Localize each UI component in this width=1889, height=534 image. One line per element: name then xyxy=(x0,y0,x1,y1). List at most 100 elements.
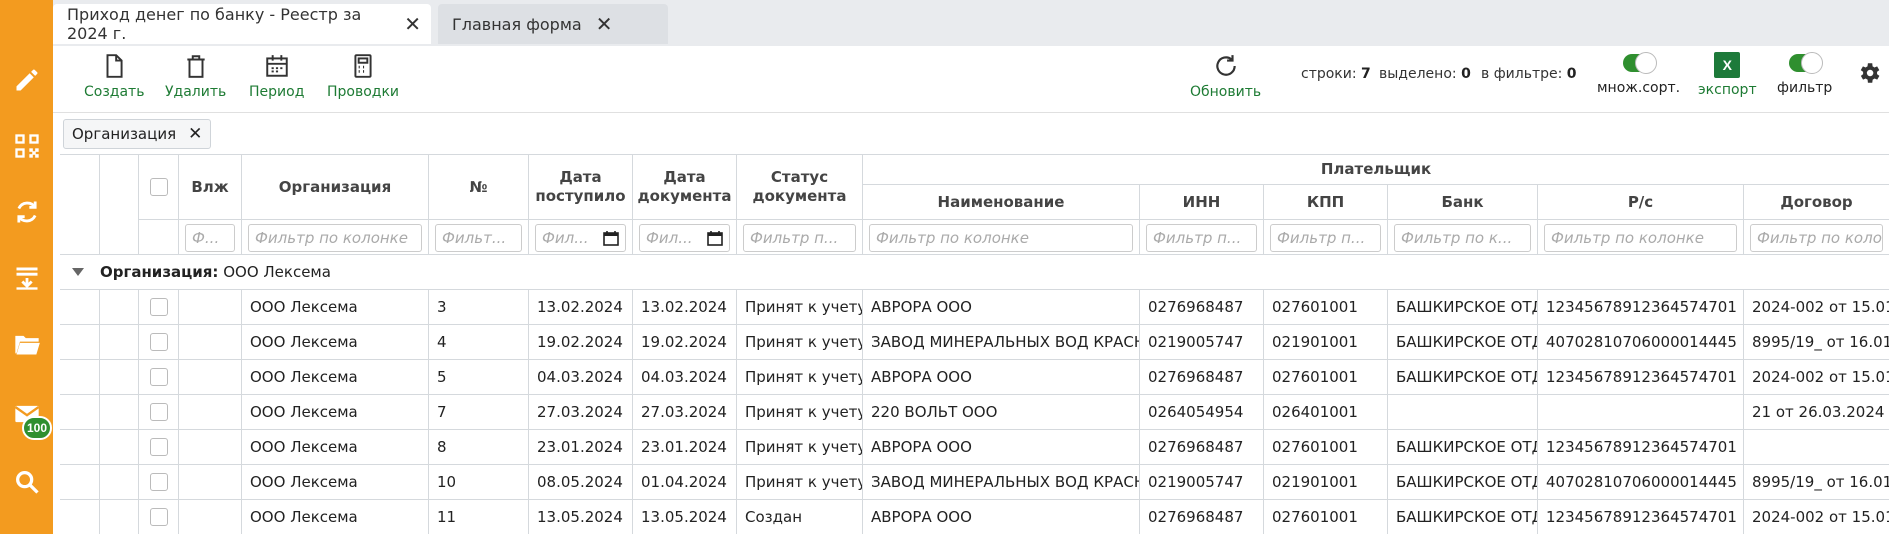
header-vlzh[interactable]: Влж xyxy=(179,155,242,220)
header-inn[interactable]: ИНН xyxy=(1140,185,1264,220)
cell-rs: 40702810706000014445 xyxy=(1538,465,1744,500)
table-row[interactable]: ООО Лексема 5 04.03.2024 04.03.2024 Принят к… xyxy=(60,360,1889,395)
excel-icon: X xyxy=(1714,52,1741,78)
header-contract[interactable]: Договор xyxy=(1744,185,1889,220)
filter-vlzh-input[interactable]: Ф... xyxy=(185,224,235,252)
header-organization[interactable]: Организация xyxy=(242,155,429,220)
multisort-label: множ.сорт. xyxy=(1597,80,1681,96)
row-select-cell xyxy=(139,325,179,360)
header-bank[interactable]: Банк xyxy=(1388,185,1538,220)
row-checkbox[interactable] xyxy=(149,368,168,386)
group-chip-organization[interactable]: Организация ✕ xyxy=(63,119,212,149)
cell-empty xyxy=(60,395,100,430)
cell-empty xyxy=(60,430,100,465)
cell-empty xyxy=(100,360,139,395)
filter-status-input[interactable]: Фильтр п... xyxy=(743,224,856,252)
filter-vlzh-cell: Ф... xyxy=(179,220,242,255)
period-button[interactable]: Период xyxy=(249,52,304,100)
cell-bank: БАШКИРСКОЕ ОТДЕЛЕНИЕ xyxy=(1388,290,1538,325)
filter-rs-input[interactable]: Фильтр по колонке xyxy=(1544,224,1737,252)
export-button[interactable]: X экспорт xyxy=(1698,52,1757,98)
qr-code-icon[interactable] xyxy=(0,120,53,172)
cell-rs: 12345678912364574701 xyxy=(1538,290,1744,325)
row-checkbox[interactable] xyxy=(149,298,168,316)
gear-icon[interactable] xyxy=(1856,60,1882,86)
close-icon[interactable]: ✕ xyxy=(596,12,613,36)
table-row[interactable]: ООО Лексема 3 13.02.2024 13.02.2024 Принят к… xyxy=(60,290,1889,325)
period-label: Период xyxy=(249,84,305,100)
row-checkbox[interactable] xyxy=(149,438,168,456)
row-checkbox[interactable] xyxy=(149,508,168,526)
caret-down-icon[interactable] xyxy=(72,268,84,276)
header-name[interactable]: Наименование xyxy=(863,185,1140,220)
cell-empty xyxy=(60,290,100,325)
table-row[interactable]: ООО Лексема 4 19.02.2024 19.02.2024 Принят к… xyxy=(60,325,1889,360)
cell-name: АВРОРА ООО xyxy=(863,290,1140,325)
select-all-checkbox[interactable] xyxy=(149,178,168,196)
header-status[interactable]: Статус документа xyxy=(737,155,863,220)
selected-count: выделено: 0 xyxy=(1379,66,1471,82)
calendar-icon[interactable] xyxy=(707,230,723,246)
group-row-organization[interactable]: Организация: ООО Лексема xyxy=(60,255,1889,290)
row-checkbox[interactable] xyxy=(149,333,168,351)
header-number[interactable]: № xyxy=(429,155,529,220)
row-select-cell xyxy=(139,290,179,325)
table-row[interactable]: ООО Лексема 8 23.01.2024 23.01.2024 Принят к… xyxy=(60,430,1889,465)
header-date-document[interactable]: Дата документа xyxy=(633,155,737,220)
cell-contract: 2024-002 от 15.01.2024 xyxy=(1744,360,1889,395)
header-rs[interactable]: Р/с xyxy=(1538,185,1744,220)
multisort-toggle[interactable]: множ.сорт. xyxy=(1597,52,1681,96)
cell-name: АВРОРА ООО xyxy=(863,500,1140,534)
row-checkbox[interactable] xyxy=(149,473,168,491)
tab-main-form[interactable]: Главная форма ✕ xyxy=(438,4,668,44)
filter-org-input[interactable]: Фильтр по колонке xyxy=(248,224,422,252)
filter-num-input[interactable]: Фильт... xyxy=(435,224,522,252)
filter-toggle[interactable]: фильтр xyxy=(1777,52,1832,96)
pencil-icon[interactable] xyxy=(0,54,53,106)
header-kpp[interactable]: КПП xyxy=(1264,185,1388,220)
search-icon[interactable] xyxy=(0,456,53,508)
folder-icon[interactable] xyxy=(0,318,53,370)
filter-date-doc-input[interactable]: Фил... xyxy=(639,224,730,252)
toggle-switch[interactable] xyxy=(1788,52,1823,74)
filter-kpp-input[interactable]: Фильтр п... xyxy=(1270,224,1381,252)
row-checkbox[interactable] xyxy=(149,403,168,421)
filter-inn-input[interactable]: Фильтр п... xyxy=(1146,224,1257,252)
header-date-received[interactable]: Дата поступило xyxy=(529,155,633,220)
filter-bank-input[interactable]: Фильтр по к... xyxy=(1394,224,1531,252)
cell-empty xyxy=(100,430,139,465)
cell-date-in: 13.02.2024 xyxy=(529,290,633,325)
calendar-icon[interactable] xyxy=(603,230,619,246)
table-row[interactable]: ООО Лексема 11 13.05.2024 13.05.2024 Создан А… xyxy=(60,500,1889,534)
refresh-icon xyxy=(1215,55,1236,76)
cell-num: 3 xyxy=(429,290,529,325)
tab-label: Главная форма xyxy=(452,14,582,34)
cell-date-doc: 13.02.2024 xyxy=(633,290,737,325)
delete-button[interactable]: Удалить xyxy=(165,52,226,100)
toolbar: Создать Удалить Период Проводки Обновить… xyxy=(53,46,1889,112)
sync-icon[interactable] xyxy=(0,186,53,238)
close-icon[interactable]: ✕ xyxy=(404,12,421,36)
filter-name-input[interactable]: Фильтр по колонке xyxy=(869,224,1133,252)
create-button[interactable]: Создать xyxy=(84,52,144,100)
cell-status: Создан xyxy=(737,500,863,534)
toggle-switch[interactable] xyxy=(1622,52,1657,74)
cell-empty xyxy=(100,325,139,360)
cell-date-doc: 27.03.2024 xyxy=(633,395,737,430)
filter-contract-input[interactable]: Фильтр по колон xyxy=(1750,224,1883,252)
table-row[interactable]: ООО Лексема 7 27.03.2024 27.03.2024 Принят к… xyxy=(60,395,1889,430)
tab-bank-receipts[interactable]: Приход денег по банку - Реестр за 2024 г… xyxy=(53,4,431,44)
cell-num: 5 xyxy=(429,360,529,395)
filter-date-in-input[interactable]: Фил... xyxy=(535,224,626,252)
download-list-icon[interactable] xyxy=(0,252,53,304)
refresh-button[interactable]: Обновить xyxy=(1190,52,1261,100)
cell-empty xyxy=(179,465,242,500)
cell-empty xyxy=(60,500,100,534)
header-payer-group: Плательщик xyxy=(863,155,1889,185)
cell-contract: 2024-002 от 15.01.2024 xyxy=(1744,500,1889,534)
cell-contract xyxy=(1744,430,1889,465)
close-icon[interactable]: ✕ xyxy=(188,124,202,144)
table-row[interactable]: ООО Лексема 10 08.05.2024 01.04.2024 Принят … xyxy=(60,465,1889,500)
postings-button[interactable]: Проводки xyxy=(327,52,399,100)
cell-num: 7 xyxy=(429,395,529,430)
